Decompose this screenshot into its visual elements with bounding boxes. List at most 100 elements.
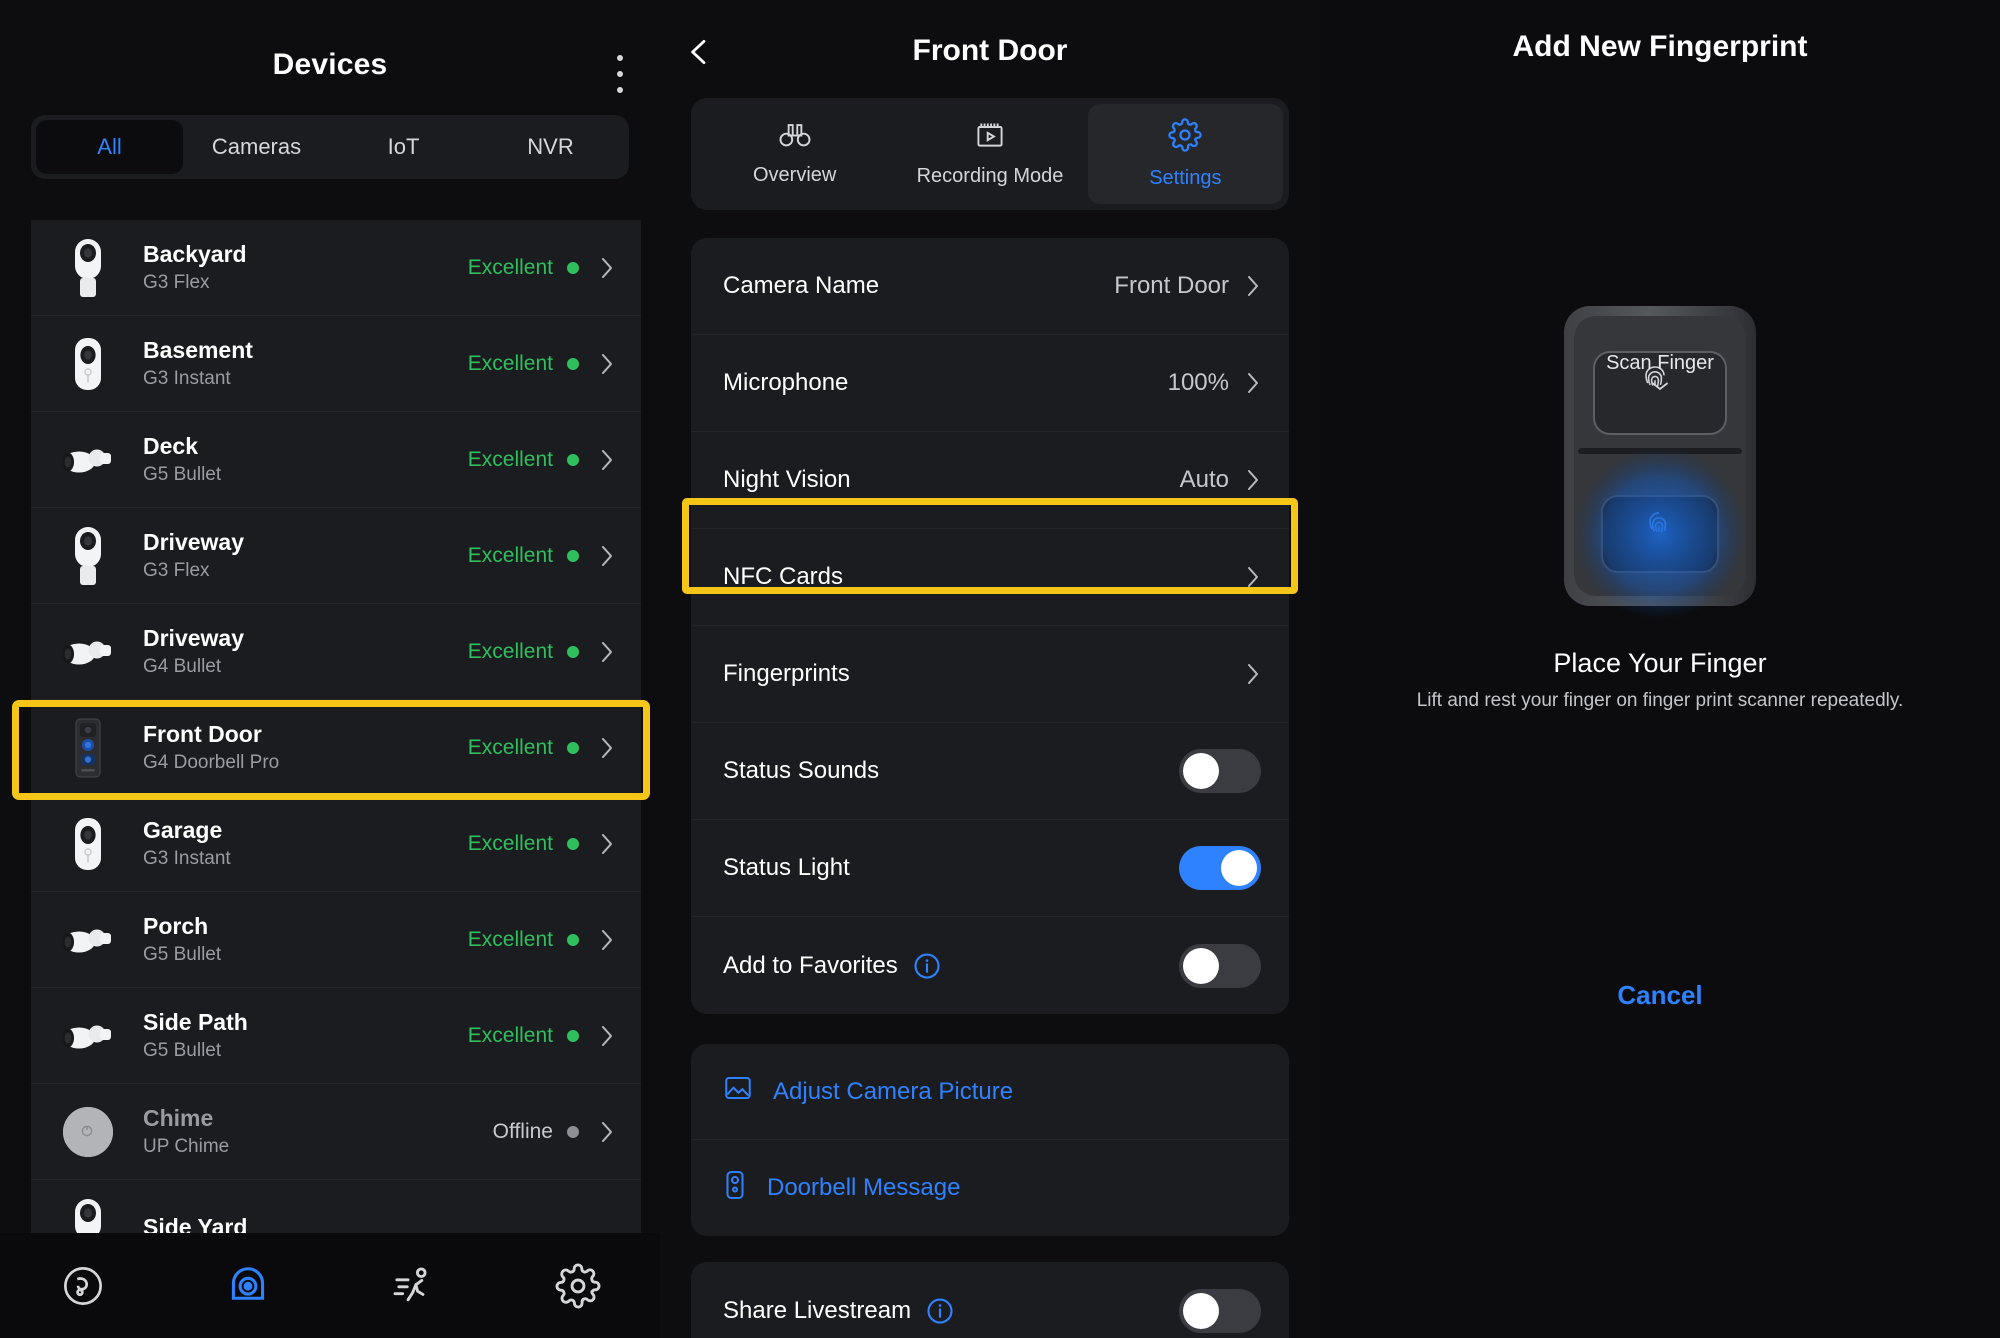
status-dot: [567, 741, 579, 754]
setting-value: Front Door: [1114, 272, 1229, 299]
setting-label: Add to Favorites: [723, 951, 1179, 981]
device-thumbnail-icon: [59, 813, 117, 875]
info-icon[interactable]: [925, 1296, 955, 1326]
chevron-right-icon[interactable]: [1245, 661, 1261, 687]
tab-overview-label: Overview: [752, 164, 837, 186]
add-to-favorites-toggle[interactable]: [1179, 943, 1261, 988]
device-row-chime[interactable]: Chime UP Chime Offline: [31, 1084, 641, 1180]
tab-cameras[interactable]: Cameras: [183, 120, 330, 174]
device-name: Porch: [143, 913, 209, 940]
device-row-backyard[interactable]: Backyard G3 Flex Excellent: [31, 220, 641, 316]
place-finger-subtext: Lift and rest your finger on finger prin…: [1416, 690, 1904, 711]
film-play-icon: [973, 120, 1007, 156]
info-icon[interactable]: [912, 951, 942, 981]
device-status: Excellent: [467, 735, 553, 759]
tab-settings[interactable]: Settings: [1087, 104, 1283, 204]
device-name: Front Door: [143, 721, 262, 748]
tab-iot[interactable]: IoT: [330, 120, 477, 174]
device-status: Excellent: [467, 255, 553, 279]
chevron-right-icon[interactable]: [1245, 273, 1261, 299]
status-sounds-toggle[interactable]: [1179, 749, 1261, 793]
setting-label: Fingerprints: [723, 660, 850, 687]
tab-recording-mode[interactable]: Recording Mode: [892, 104, 1087, 204]
nav-settings[interactable]: [495, 1263, 660, 1309]
device-row-porch[interactable]: Porch G5 Bullet Excellent: [31, 892, 641, 988]
device-name: Backyard: [143, 241, 247, 268]
device-row-garage[interactable]: Garage G3 Instant Excellent: [31, 796, 641, 892]
device-status: Excellent: [467, 927, 553, 951]
device-list[interactable]: Backyard G3 Flex Excellent Basement G3 I…: [31, 220, 641, 1240]
setting-row-microphone[interactable]: Microphone 100%: [691, 335, 1289, 432]
chevron-right-icon[interactable]: [599, 639, 615, 665]
chevron-right-icon[interactable]: [599, 1023, 615, 1049]
nav-cameras[interactable]: [165, 1263, 330, 1309]
device-thumbnail-icon: [59, 621, 117, 683]
settings-list: Camera Name Front Door Microphone 100% Nig…: [691, 238, 1289, 1014]
chevron-right-icon[interactable]: [1245, 370, 1261, 396]
device-row-side-yard[interactable]: Side Yard: [31, 1180, 641, 1240]
setting-row-share-livestream[interactable]: Share Livestream: [691, 1262, 1289, 1338]
device-row-front-door[interactable]: Front Door G4 Doorbell Pro Excellent: [31, 700, 641, 796]
scan-finger-label: Scan Finger: [1606, 352, 1714, 374]
setting-row-status-light[interactable]: Status Light: [691, 820, 1289, 917]
device-thumbnail-icon: [59, 237, 117, 299]
device-status: Excellent: [467, 639, 553, 663]
chevron-right-icon[interactable]: [599, 447, 615, 473]
setting-row-nfc-cards[interactable]: NFC Cards: [691, 529, 1289, 626]
status-light-toggle[interactable]: [1179, 846, 1261, 890]
chevron-right-icon[interactable]: [1245, 564, 1261, 590]
chevron-down-icon[interactable]: [1570, 379, 1750, 398]
tab-nvr[interactable]: NVR: [477, 120, 624, 174]
place-finger-heading: Place Your Finger: [1553, 648, 1767, 678]
device-model: G3 Instant: [143, 367, 231, 389]
chevron-right-icon[interactable]: [599, 735, 615, 761]
device-row-driveway[interactable]: Driveway G3 Flex Excellent: [31, 508, 641, 604]
picture-icon: [723, 1074, 753, 1109]
setting-row-add-to-favorites[interactable]: Add to Favorites: [691, 917, 1289, 1014]
device-thumbnail-icon: [59, 429, 117, 491]
chevron-right-icon[interactable]: [599, 831, 615, 857]
device-status: Excellent: [467, 447, 553, 471]
doorbell-icon: [723, 1170, 747, 1207]
device-name: Driveway: [143, 529, 245, 556]
setting-row-night-vision[interactable]: Night Vision Auto: [691, 432, 1289, 529]
bottom-navigation: [0, 1233, 660, 1338]
kebab-menu-icon[interactable]: [616, 55, 624, 93]
link-doorbell-message[interactable]: Doorbell Message: [691, 1140, 1289, 1236]
device-model: G4 Bullet: [143, 655, 222, 677]
chevron-right-icon[interactable]: [599, 1119, 615, 1145]
status-dot: [567, 645, 579, 658]
settings-links: Adjust Camera Picture Doorbell Message: [691, 1044, 1289, 1236]
add-fingerprint-title: Add New Fingerprint: [1512, 30, 1808, 63]
link-label: Adjust Camera Picture: [773, 1077, 1014, 1105]
cancel-button[interactable]: Cancel: [1320, 980, 2000, 1011]
setting-row-status-sounds[interactable]: Status Sounds: [691, 723, 1289, 820]
device-row-deck[interactable]: Deck G5 Bullet Excellent: [31, 412, 641, 508]
share-livestream-toggle[interactable]: [1179, 1288, 1261, 1333]
chevron-right-icon[interactable]: [1245, 467, 1261, 493]
setting-row-camera-name[interactable]: Camera Name Front Door: [691, 238, 1289, 335]
chevron-right-icon[interactable]: [599, 255, 615, 281]
tab-recording-mode-label: Recording Mode: [916, 165, 1064, 187]
device-row-basement[interactable]: Basement G3 Instant Excellent: [31, 316, 641, 412]
link-adjust-camera-picture[interactable]: Adjust Camera Picture: [691, 1044, 1289, 1140]
status-dot: [567, 453, 579, 466]
scan-finger-chip[interactable]: Scan Finger: [1570, 352, 1750, 398]
share-livestream-card: Share Livestream: [691, 1262, 1289, 1338]
chevron-right-icon[interactable]: [599, 543, 615, 569]
setting-row-fingerprints[interactable]: Fingerprints: [691, 626, 1289, 723]
camera-title: Front Door: [912, 34, 1068, 67]
chevron-right-icon[interactable]: [599, 927, 615, 953]
device-filter-tabs: All Cameras IoT NVR: [31, 115, 629, 179]
back-chevron-icon[interactable]: [682, 32, 716, 72]
chevron-right-icon[interactable]: [599, 351, 615, 377]
page-title: Devices: [272, 48, 388, 81]
device-row-side-path[interactable]: Side Path G5 Bullet Excellent: [31, 988, 641, 1084]
tab-all[interactable]: All: [36, 120, 183, 174]
device-row-driveway[interactable]: Driveway G4 Bullet Excellent: [31, 604, 641, 700]
tab-overview[interactable]: Overview: [697, 104, 892, 204]
nav-motion[interactable]: [330, 1263, 495, 1309]
device-name: Chime: [143, 1105, 214, 1132]
nav-liveview[interactable]: [0, 1263, 165, 1309]
app-screen: Devices All Cameras IoT NVR Backyard G3 …: [0, 0, 2000, 1338]
